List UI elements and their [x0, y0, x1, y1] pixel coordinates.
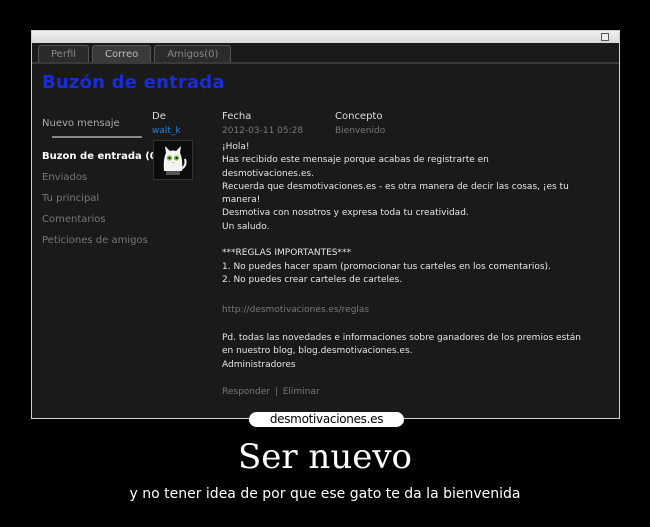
delete-link[interactable]: Eliminar [283, 387, 320, 397]
message-actions: Responder | Eliminar [222, 387, 320, 397]
window-top-bar [32, 31, 619, 43]
sidebar-item-new-message[interactable]: Nuevo mensaje [42, 113, 147, 134]
page-title: Buzón de entrada [42, 72, 225, 93]
sidebar-item-sent[interactable]: Enviados [42, 167, 147, 188]
actions-separator: | [274, 387, 278, 397]
sidebar-divider [52, 136, 142, 138]
message-postscript: Pd. todas las novedades e informaciones … [222, 332, 612, 372]
screenshot-frame: Perfil Correo Amigos(0) Buzón de entrada… [31, 30, 620, 419]
sender-link[interactable]: walt_k [152, 126, 181, 136]
tab-amigos[interactable]: Amigos(0) [154, 45, 232, 63]
sidebar-item-main[interactable]: Tu principal [42, 188, 147, 209]
poster-caption: y no tener idea de por que ese gato te d… [129, 486, 521, 502]
site-watermark-logo: desmotivaciones.es [249, 412, 404, 427]
column-header-from: De [152, 111, 166, 122]
message-date: 2012-03-11 05:28 [222, 126, 304, 136]
message-body-text: ¡Hola! Has recibido este mensaje porque … [222, 142, 569, 285]
postscript-text: Pd. todas las novedades e informaciones … [222, 333, 581, 370]
poster-title: Ser nuevo [237, 437, 413, 477]
tab-divider [32, 62, 619, 64]
sidebar-item-inbox[interactable]: Buzon de entrada (0) [42, 146, 161, 167]
tab-perfil[interactable]: Perfil [38, 45, 90, 63]
message-body: ¡Hola! Has recibido este mensaje porque … [222, 141, 612, 287]
column-header-date: Fecha [222, 111, 252, 122]
rules-link[interactable]: http://desmotivaciones.es/reglas [222, 305, 369, 315]
reply-link[interactable]: Responder [222, 387, 270, 397]
column-header-subject: Concepto [335, 111, 383, 122]
avatar[interactable] [153, 140, 193, 180]
window-control-icon[interactable] [601, 33, 609, 41]
sidebar-item-friend-requests[interactable]: Peticiones de amigos [42, 230, 148, 251]
sidebar-item-comments[interactable]: Comentarios [42, 209, 147, 230]
message-subject: Bienvenido [335, 126, 386, 136]
sidebar: Nuevo mensaje Buzon de entrada (0) Envia… [42, 113, 161, 251]
tab-bar: Perfil Correo Amigos(0) [38, 45, 232, 63]
tab-correo[interactable]: Correo [92, 45, 152, 63]
cat-avatar-icon [154, 141, 192, 179]
